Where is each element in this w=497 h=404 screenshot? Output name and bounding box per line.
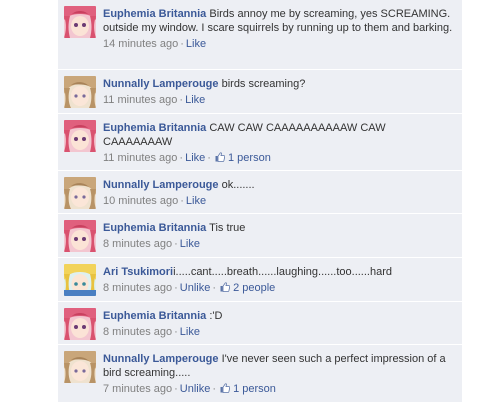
avatar[interactable] (64, 177, 96, 209)
like-link[interactable]: Like (186, 38, 206, 50)
comment-item: Nunnally Lamperouge I've never seen such… (58, 345, 462, 403)
pink-hair-avatar-icon (64, 6, 96, 38)
comment-timestamp: 8 minutes ago (103, 282, 173, 294)
likes-count-link[interactable]: 1 person (228, 152, 271, 164)
comment-author[interactable]: Nunnally Lamperouge (103, 78, 219, 90)
comment-meta: 11 minutes ago · Like (103, 94, 206, 106)
comment-item: Ari Tsukimorii.....cant.....breath......… (58, 258, 462, 302)
pink-hair-avatar-icon (64, 220, 96, 252)
comment-meta: 14 minutes ago · Like (103, 38, 207, 50)
comment-timestamp: 14 minutes ago (103, 38, 179, 50)
comment-item: Euphemia Britannia :'D 8 minutes ago · Lik… (58, 302, 462, 345)
pink-hair-avatar-icon (64, 308, 96, 340)
comment-timestamp: 8 minutes ago (103, 326, 173, 338)
comment-text: ok....... (221, 179, 255, 191)
avatar[interactable] (64, 6, 96, 38)
comment-author[interactable]: Ari Tsukimori (103, 266, 173, 278)
comment-thread: Euphemia Britannia Birds annoy me by scr… (58, 0, 462, 403)
comment-author[interactable]: Nunnally Lamperouge (103, 353, 219, 365)
comment-meta: 10 minutes ago · Like (103, 195, 207, 207)
comment-text: i.....cant.....breath......laughing.....… (173, 266, 392, 278)
comment-text: birds screaming? (221, 78, 306, 90)
like-link[interactable]: Like (185, 152, 205, 164)
light-brown-hair-avatar-icon (64, 351, 96, 383)
avatar[interactable] (64, 120, 96, 152)
comment-meta: 8 minutes ago · Unlike · 2 people (103, 282, 276, 294)
comment-item: Euphemia Britannia Tis true 8 minutes ag… (58, 214, 462, 258)
unlike-link[interactable]: Unlike (180, 282, 211, 294)
comment-meta: 8 minutes ago · Like (103, 326, 200, 338)
comment-timestamp: 10 minutes ago (103, 195, 179, 207)
unlike-link[interactable]: Unlike (180, 383, 211, 395)
likes-count-link[interactable]: 1 person (233, 383, 276, 395)
like-link[interactable]: Like (180, 238, 200, 250)
thumbs-up-icon (215, 152, 225, 162)
avatar[interactable] (64, 220, 96, 252)
avatar[interactable] (64, 76, 96, 108)
comment-author[interactable]: Euphemia Britannia (103, 8, 206, 20)
comment-timestamp: 8 minutes ago (103, 238, 173, 250)
avatar[interactable] (64, 308, 96, 340)
like-link[interactable]: Like (185, 94, 205, 106)
blonde-hair-avatar-icon (64, 264, 96, 296)
likes-count-link[interactable]: 2 people (233, 282, 275, 294)
comment-timestamp: 11 minutes ago (103, 152, 178, 164)
comment-timestamp: 11 minutes ago (103, 94, 178, 106)
pink-hair-avatar-icon (64, 120, 96, 152)
like-link[interactable]: Like (186, 195, 206, 207)
comment-item: Euphemia Britannia CAW CAW CAAAAAAAAAAW … (58, 114, 462, 171)
avatar[interactable] (64, 351, 96, 383)
comment-meta: 11 minutes ago · Like · 1 person (103, 152, 271, 164)
light-brown-hair-avatar-icon (64, 76, 96, 108)
comment-author[interactable]: Euphemia Britannia (103, 122, 206, 134)
comment-timestamp: 7 minutes ago (103, 383, 173, 395)
avatar[interactable] (64, 264, 96, 296)
light-brown-hair-avatar-icon (64, 177, 96, 209)
comment-text: Tis true (209, 222, 246, 234)
comment-author[interactable]: Euphemia Britannia (103, 310, 206, 322)
comment-text: :'D (209, 310, 223, 322)
comment-item: Euphemia Britannia Birds annoy me by scr… (58, 0, 462, 70)
comment-item: Nunnally Lamperouge ok....... 10 minutes… (58, 171, 462, 214)
thumbs-up-icon (220, 282, 231, 292)
comment-meta: 7 minutes ago · Unlike · 1 person (103, 383, 276, 395)
like-link[interactable]: Like (180, 326, 200, 338)
comment-meta: 8 minutes ago · Like (103, 238, 200, 250)
comment-author[interactable]: Nunnally Lamperouge (103, 179, 219, 191)
thumbs-up-icon (220, 383, 231, 393)
comment-item: Nunnally Lamperouge birds screaming? 11 … (58, 70, 462, 114)
comment-author[interactable]: Euphemia Britannia (103, 222, 206, 234)
